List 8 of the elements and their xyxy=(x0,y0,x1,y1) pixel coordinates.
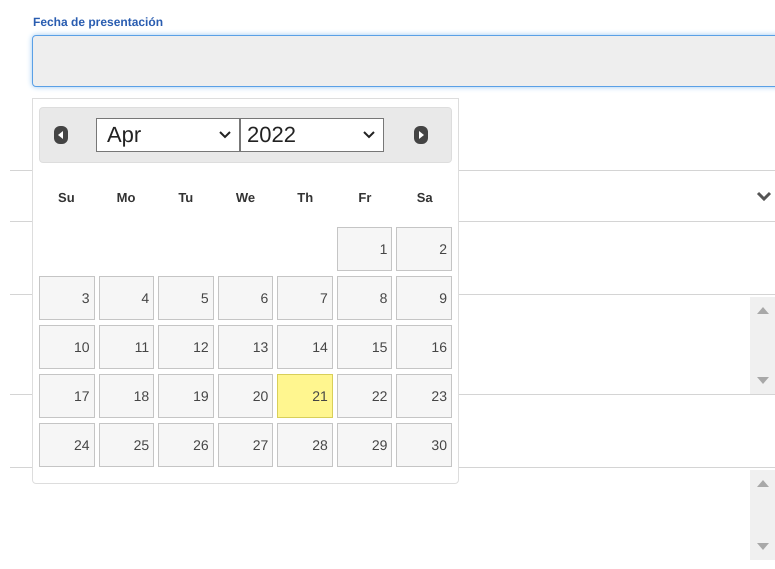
weekday-label: Th xyxy=(296,189,314,208)
weekday-label: Mo xyxy=(116,189,136,208)
weekday-label: Su xyxy=(57,189,76,208)
weekday-label: Tu xyxy=(177,189,194,208)
weekday-label: Sa xyxy=(416,189,434,208)
field-label: Fecha de presentación xyxy=(33,15,164,29)
weekday-label: Fr xyxy=(357,189,372,208)
weekday-label: We xyxy=(234,189,256,208)
